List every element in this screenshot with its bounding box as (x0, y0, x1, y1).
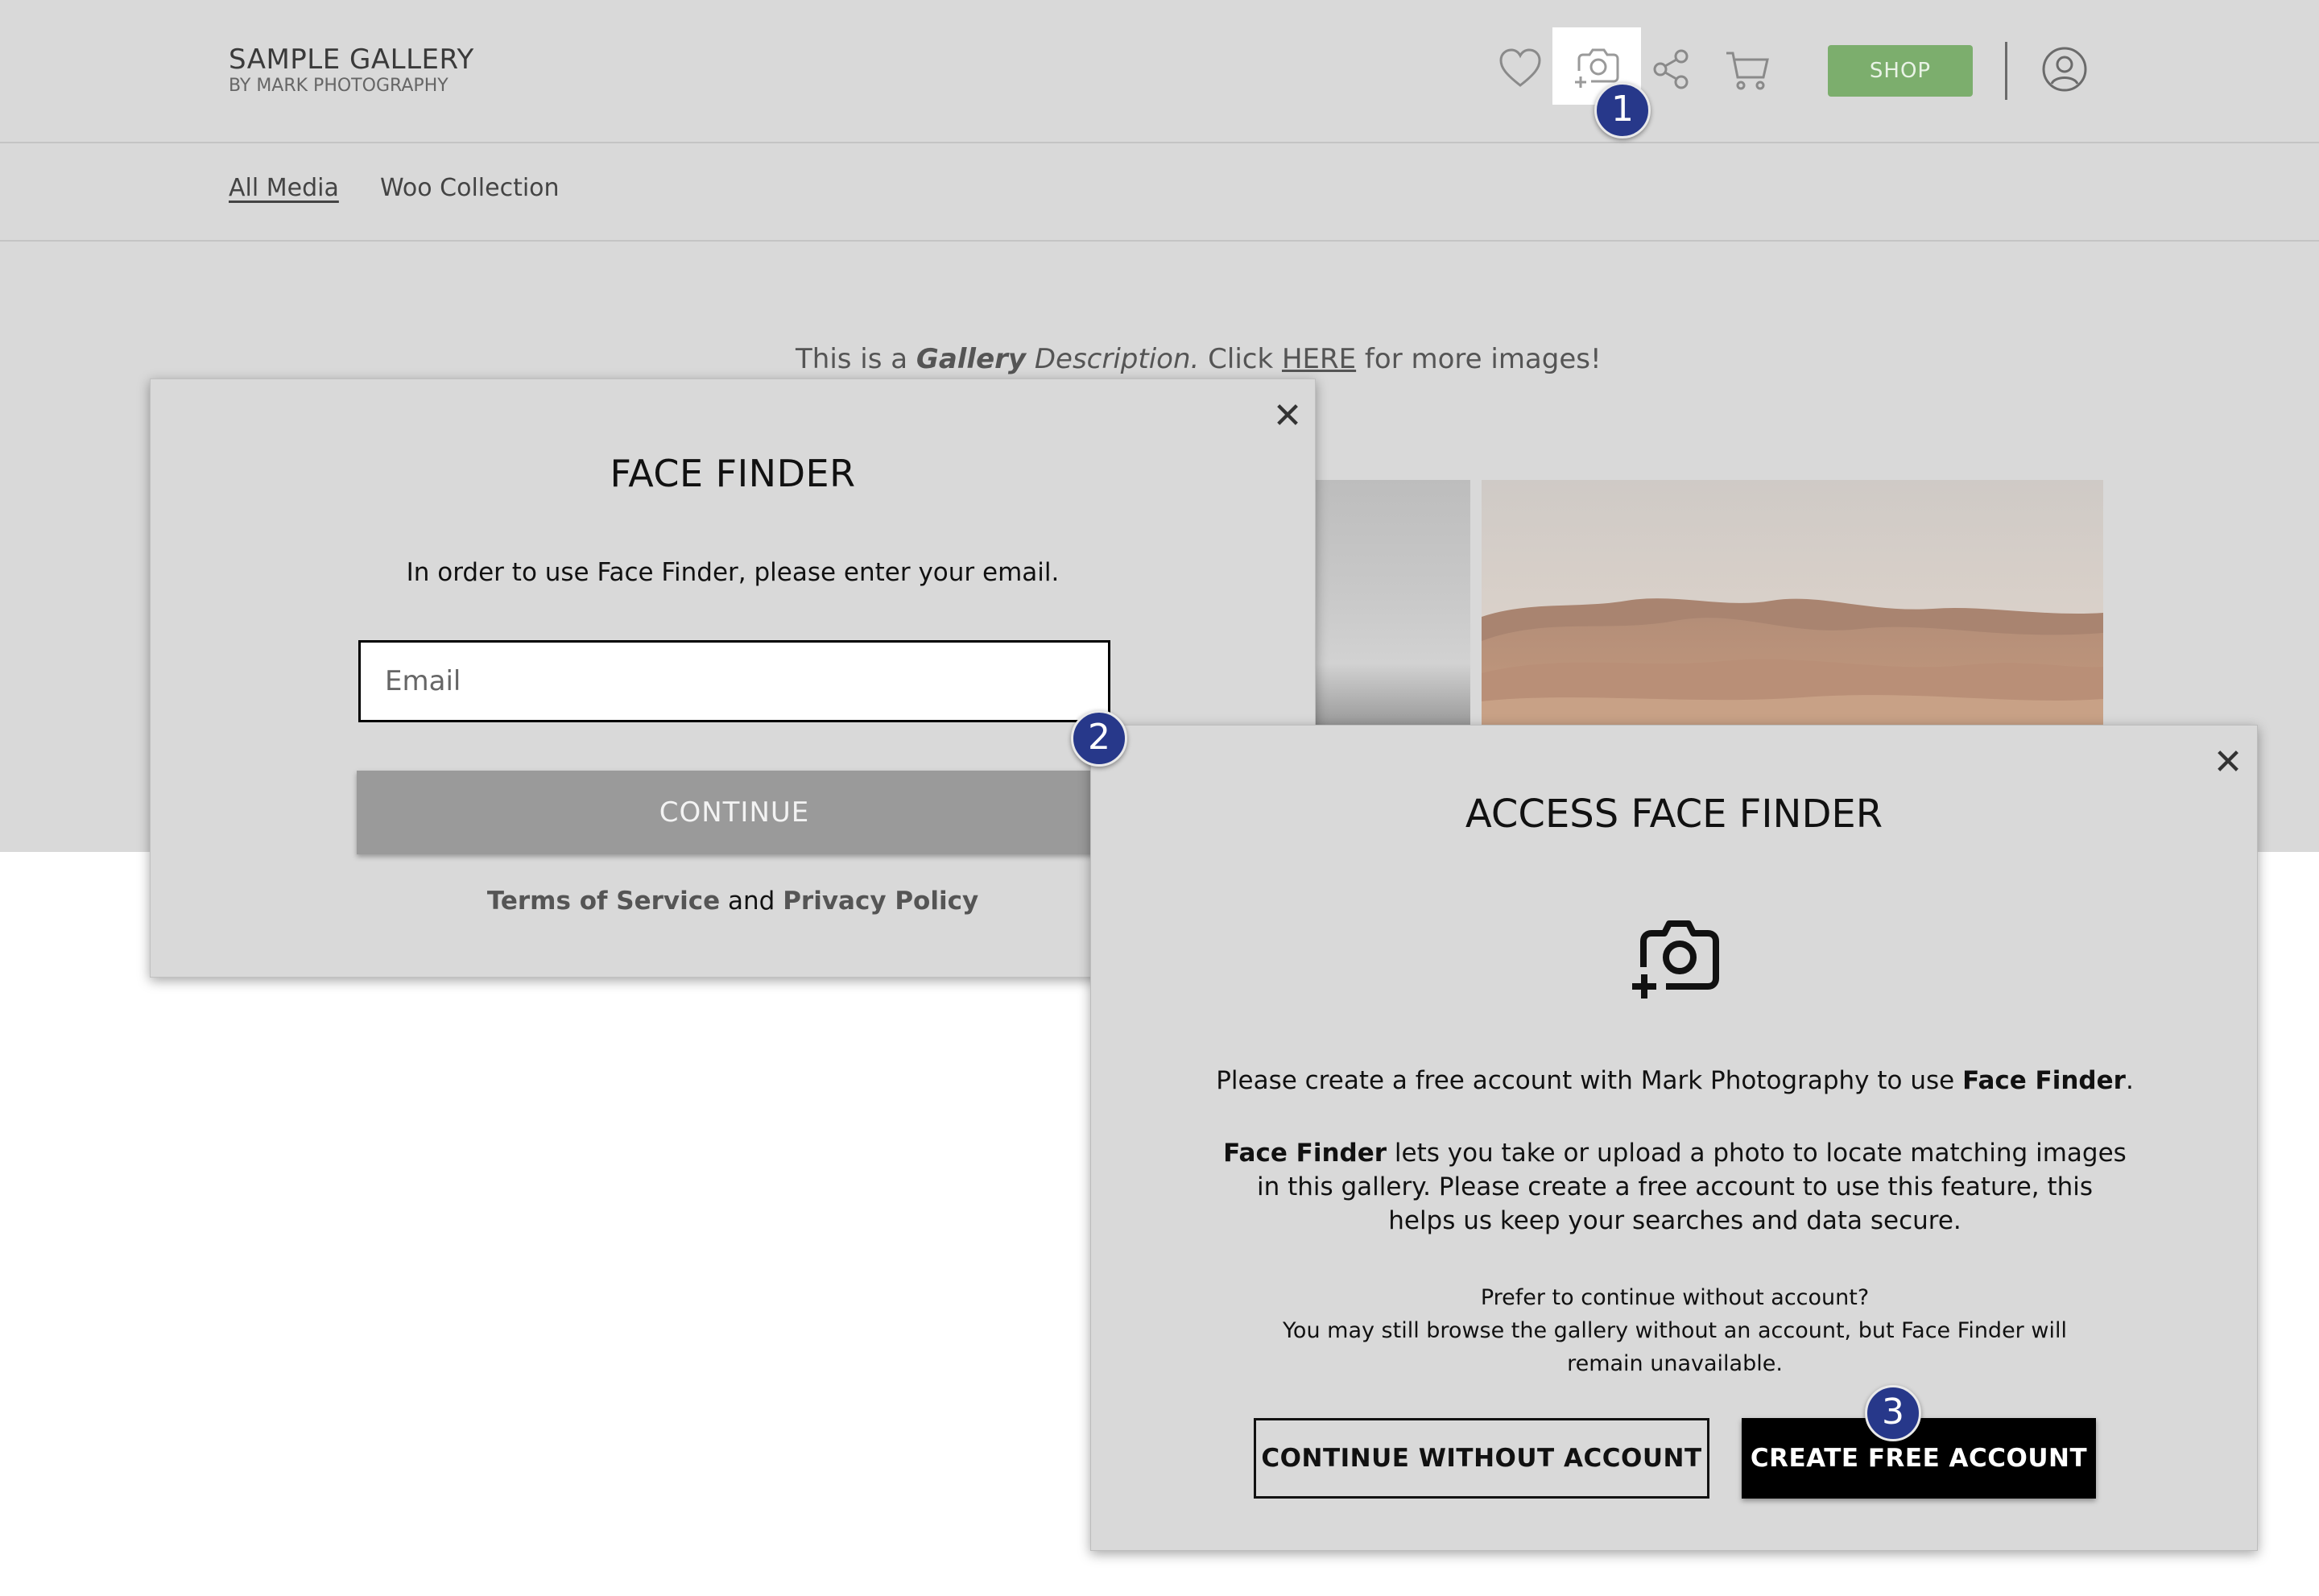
gallery-thumbnail[interactable] (1312, 480, 1470, 725)
header-divider (2005, 42, 2007, 100)
access-face-finder-modal: ✕ ACCESS FACE FINDER Please create a fre… (1090, 725, 2258, 1551)
privacy-policy-link[interactable]: Privacy Policy (783, 887, 978, 916)
continue-without-account-button[interactable]: CONTINUE WITHOUT ACCOUNT (1254, 1418, 1709, 1499)
gallery-thumbnail-desert[interactable] (1482, 480, 2103, 725)
subnav-item-all-media[interactable]: All Media (229, 172, 339, 205)
continue-without-note: Prefer to continue without account? You m… (1283, 1285, 2067, 1376)
step-marker-3: 3 (1865, 1385, 1921, 1441)
account-required-text: Please create a free account with Mark P… (1216, 1066, 2134, 1095)
heart-icon[interactable] (1496, 45, 1544, 93)
gallery-subnav: All Media Woo Collection (0, 143, 2319, 242)
continue-button[interactable]: CONTINUE (357, 771, 1112, 854)
modal-instruction: In order to use Face Finder, please ente… (406, 558, 1060, 587)
step-marker-1: 1 (1594, 82, 1651, 139)
face-finder-camera-icon (1629, 911, 1726, 999)
modal-title: ACCESS FACE FINDER (1465, 792, 1883, 837)
terms-of-service-link[interactable]: Terms of Service (487, 887, 720, 916)
close-icon[interactable]: ✕ (1271, 399, 1304, 434)
email-field[interactable] (358, 640, 1110, 722)
modal-title: FACE FINDER (610, 452, 856, 495)
create-free-account-button[interactable]: CREATE FREE ACCOUNT (1742, 1418, 2096, 1499)
close-icon[interactable]: ✕ (2212, 745, 2244, 780)
brand-subtitle: BY MARK PHOTOGRAPHY (229, 76, 449, 96)
subnav-item-woo-collection[interactable]: Woo Collection (380, 172, 560, 205)
gallery-description: This is a Gallery Description. Click HER… (796, 343, 1602, 375)
shop-button[interactable]: SHOP (1828, 45, 1973, 97)
site-header: SAMPLE GALLERY BY MARK PHOTOGRAPHY SHOP (0, 0, 2319, 143)
cart-icon[interactable] (1723, 45, 1771, 93)
share-icon[interactable] (1647, 45, 1696, 93)
brand-title: SAMPLE GALLERY (229, 43, 474, 76)
brand[interactable]: SAMPLE GALLERY BY MARK PHOTOGRAPHY (229, 43, 474, 97)
step-marker-2: 2 (1071, 710, 1127, 767)
feature-description: Face Finder lets you take or upload a ph… (1223, 1139, 2127, 1235)
user-account-icon[interactable] (2040, 45, 2089, 93)
here-link[interactable]: HERE (1282, 343, 1356, 375)
